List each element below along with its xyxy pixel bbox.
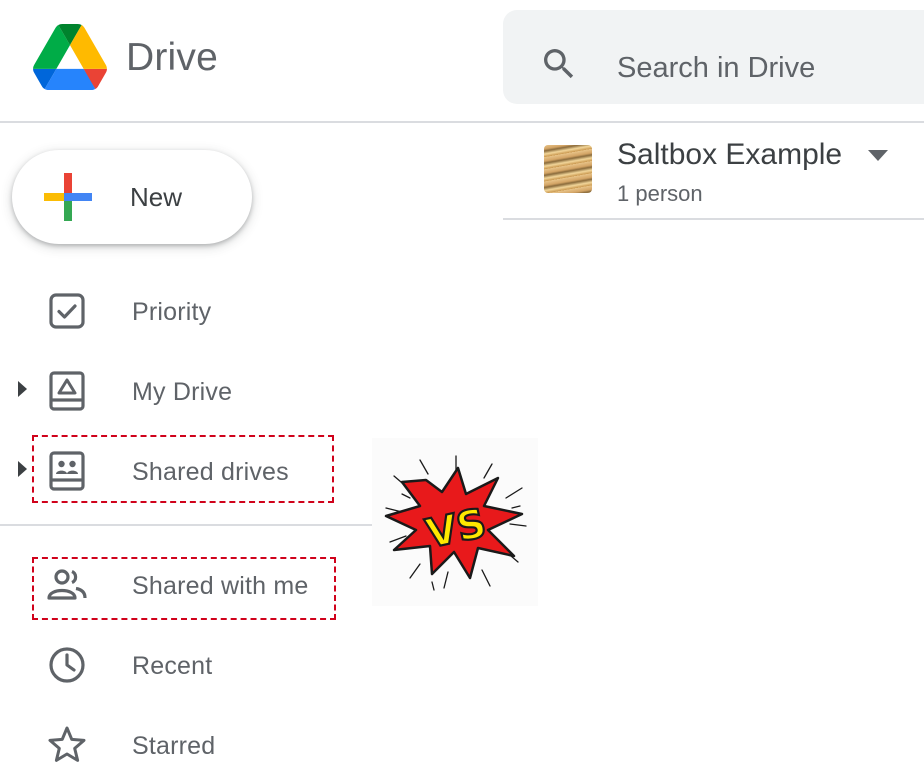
highlight-box-shared-with-me — [32, 557, 336, 620]
sidebar-item-label: Recent — [132, 652, 213, 680]
highlight-box-shared-drives — [32, 435, 334, 503]
sidebar-item-label: Starred — [132, 732, 216, 760]
versus-badge: VS — [372, 438, 538, 606]
shared-drive-thumbnail — [544, 145, 592, 193]
new-button[interactable]: New — [12, 150, 252, 244]
shared-drive-title[interactable]: Saltbox Example — [617, 138, 842, 172]
search-icon[interactable] — [539, 44, 579, 84]
colored-plus-icon — [44, 173, 92, 221]
new-button-label: New — [130, 182, 183, 212]
header-divider — [0, 121, 924, 123]
expand-arrow-icon[interactable] — [16, 460, 28, 478]
my-drive-icon — [49, 371, 85, 411]
sidebar-item-starred[interactable]: Starred — [0, 708, 370, 774]
star-icon — [48, 726, 86, 762]
shared-drive-header[interactable]: Saltbox Example 1 person — [503, 128, 924, 220]
expand-arrow-icon[interactable] — [16, 380, 28, 398]
search-bar[interactable]: Search in Drive — [503, 10, 924, 104]
drive-brand-title: Drive — [126, 36, 219, 79]
member-count: 1 person — [617, 181, 703, 206]
sidebar-item-my-drive[interactable]: My Drive — [0, 354, 370, 424]
google-drive-logo-icon — [33, 24, 107, 90]
sidebar-divider — [0, 524, 372, 526]
sidebar-item-recent[interactable]: Recent — [0, 628, 370, 698]
priority-checkbox-icon — [49, 293, 85, 329]
comic-burst-icon: VS — [384, 455, 527, 591]
sidebar-item-label: My Drive — [132, 378, 233, 406]
search-input[interactable]: Search in Drive — [617, 52, 815, 85]
sidebar-item-priority[interactable]: Priority — [0, 274, 370, 344]
sidebar-item-label: Priority — [132, 298, 212, 326]
caret-down-icon[interactable] — [867, 148, 889, 162]
clock-icon — [49, 647, 85, 683]
